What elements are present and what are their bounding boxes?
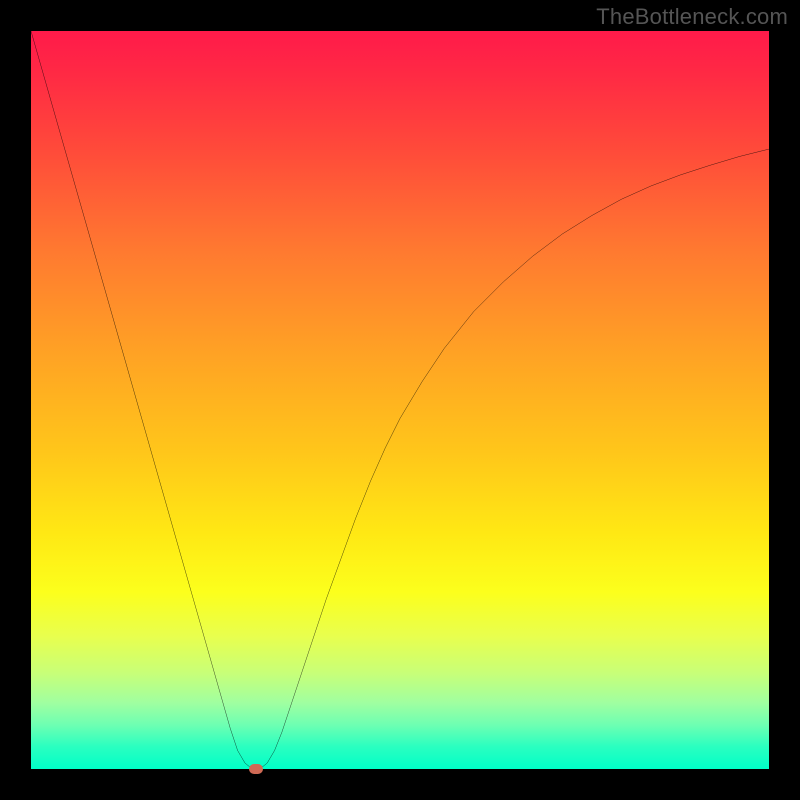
optimal-point-marker <box>249 764 263 774</box>
bottleneck-curve <box>31 31 769 769</box>
curve-svg <box>31 31 769 769</box>
plot-area <box>31 31 769 769</box>
watermark-text: TheBottleneck.com <box>596 4 788 30</box>
chart-frame: TheBottleneck.com <box>0 0 800 800</box>
